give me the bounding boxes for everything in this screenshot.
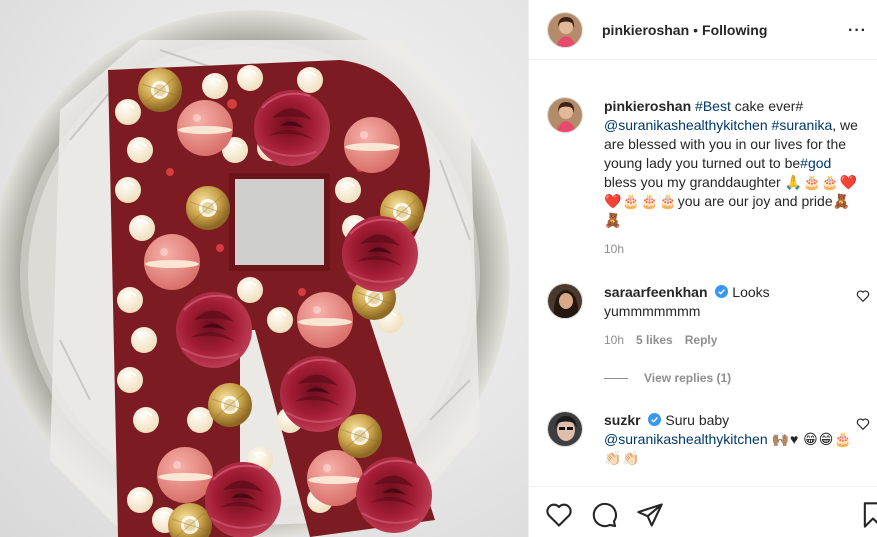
more-options-icon[interactable]: ···: [848, 22, 867, 40]
caption-text: pinkieroshan #Best cake ever# @suranikas…: [604, 97, 860, 230]
caption-time[interactable]: 10h: [604, 242, 624, 256]
action-bar: [529, 486, 877, 537]
comment: suzkr Suru baby @suranikashealthykitchen…: [529, 411, 877, 468]
avatar[interactable]: [547, 283, 583, 319]
comment-text: suzkr Suru baby @suranikashealthykitchen…: [604, 411, 860, 468]
hashtag-suranika[interactable]: #suranika: [772, 117, 833, 133]
comment-bubble-icon[interactable]: [590, 501, 618, 529]
profile-picture-icon: [548, 284, 582, 318]
save-bookmark-icon[interactable]: [859, 501, 877, 529]
share-paper-plane-icon[interactable]: [636, 501, 664, 529]
comment-meta: 10h 5 likes Reply: [604, 333, 860, 347]
cake-image: [0, 10, 510, 537]
comment-emojis: 🙌🏽♥: [771, 431, 800, 447]
profile-picture-icon: [548, 12, 582, 47]
profile-picture-icon: [548, 98, 582, 132]
caption-text-3: bless you my granddaughter: [604, 174, 785, 190]
caption-text-1: cake ever#: [730, 98, 804, 114]
verified-badge-icon: [648, 413, 662, 426]
like-comment-heart-icon[interactable]: [856, 289, 870, 303]
comments-list[interactable]: pinkieroshan #Best cake ever# @suranikas…: [529, 70, 877, 484]
mention-suranikashealthykitchen[interactable]: @suranikashealthykitchen: [604, 117, 768, 133]
post-header: pinkieroshan • Following ···: [529, 0, 877, 60]
comment-username[interactable]: suzkr: [604, 412, 641, 428]
reply-button[interactable]: Reply: [685, 333, 718, 347]
following-button[interactable]: Following: [702, 22, 767, 38]
comment-username[interactable]: saraarfeenkhan: [604, 284, 708, 300]
caption-username[interactable]: pinkieroshan: [604, 98, 691, 114]
post-photo[interactable]: [0, 0, 528, 537]
avatar[interactable]: [547, 411, 583, 447]
separator-dot: •: [693, 21, 699, 38]
hashtag-god[interactable]: #god: [800, 155, 831, 171]
comment-body: Suru baby: [665, 412, 730, 428]
caption-text-4: you are our joy and pride: [677, 193, 833, 209]
caption-meta: 10h: [604, 242, 860, 256]
mention-suranikashealthykitchen[interactable]: @suranikashealthykitchen: [604, 431, 768, 447]
comment-text: saraarfeenkhan Looks yummmmmmm: [604, 283, 860, 321]
like-heart-icon[interactable]: [545, 501, 573, 529]
post-panel: pinkieroshan • Following ··· pinkierosha…: [528, 0, 877, 537]
avatar[interactable]: [547, 11, 583, 48]
profile-picture-icon: [548, 412, 582, 446]
avatar[interactable]: [547, 97, 583, 133]
post-username[interactable]: pinkieroshan: [602, 22, 689, 38]
hashtag-best[interactable]: #Best: [695, 98, 731, 114]
view-replies-divider: [604, 377, 628, 379]
comment-time[interactable]: 10h: [604, 333, 624, 347]
verified-badge-icon: [715, 285, 729, 298]
caption: pinkieroshan #Best cake ever# @suranikas…: [529, 97, 877, 256]
view-replies-button[interactable]: View replies (1): [604, 371, 860, 385]
like-comment-heart-icon[interactable]: [856, 417, 870, 431]
comment: saraarfeenkhan Looks yummmmmmm 10h 5 lik…: [529, 283, 877, 385]
comment-likes[interactable]: 5 likes: [636, 333, 673, 347]
view-replies-label: View replies (1): [644, 371, 732, 385]
